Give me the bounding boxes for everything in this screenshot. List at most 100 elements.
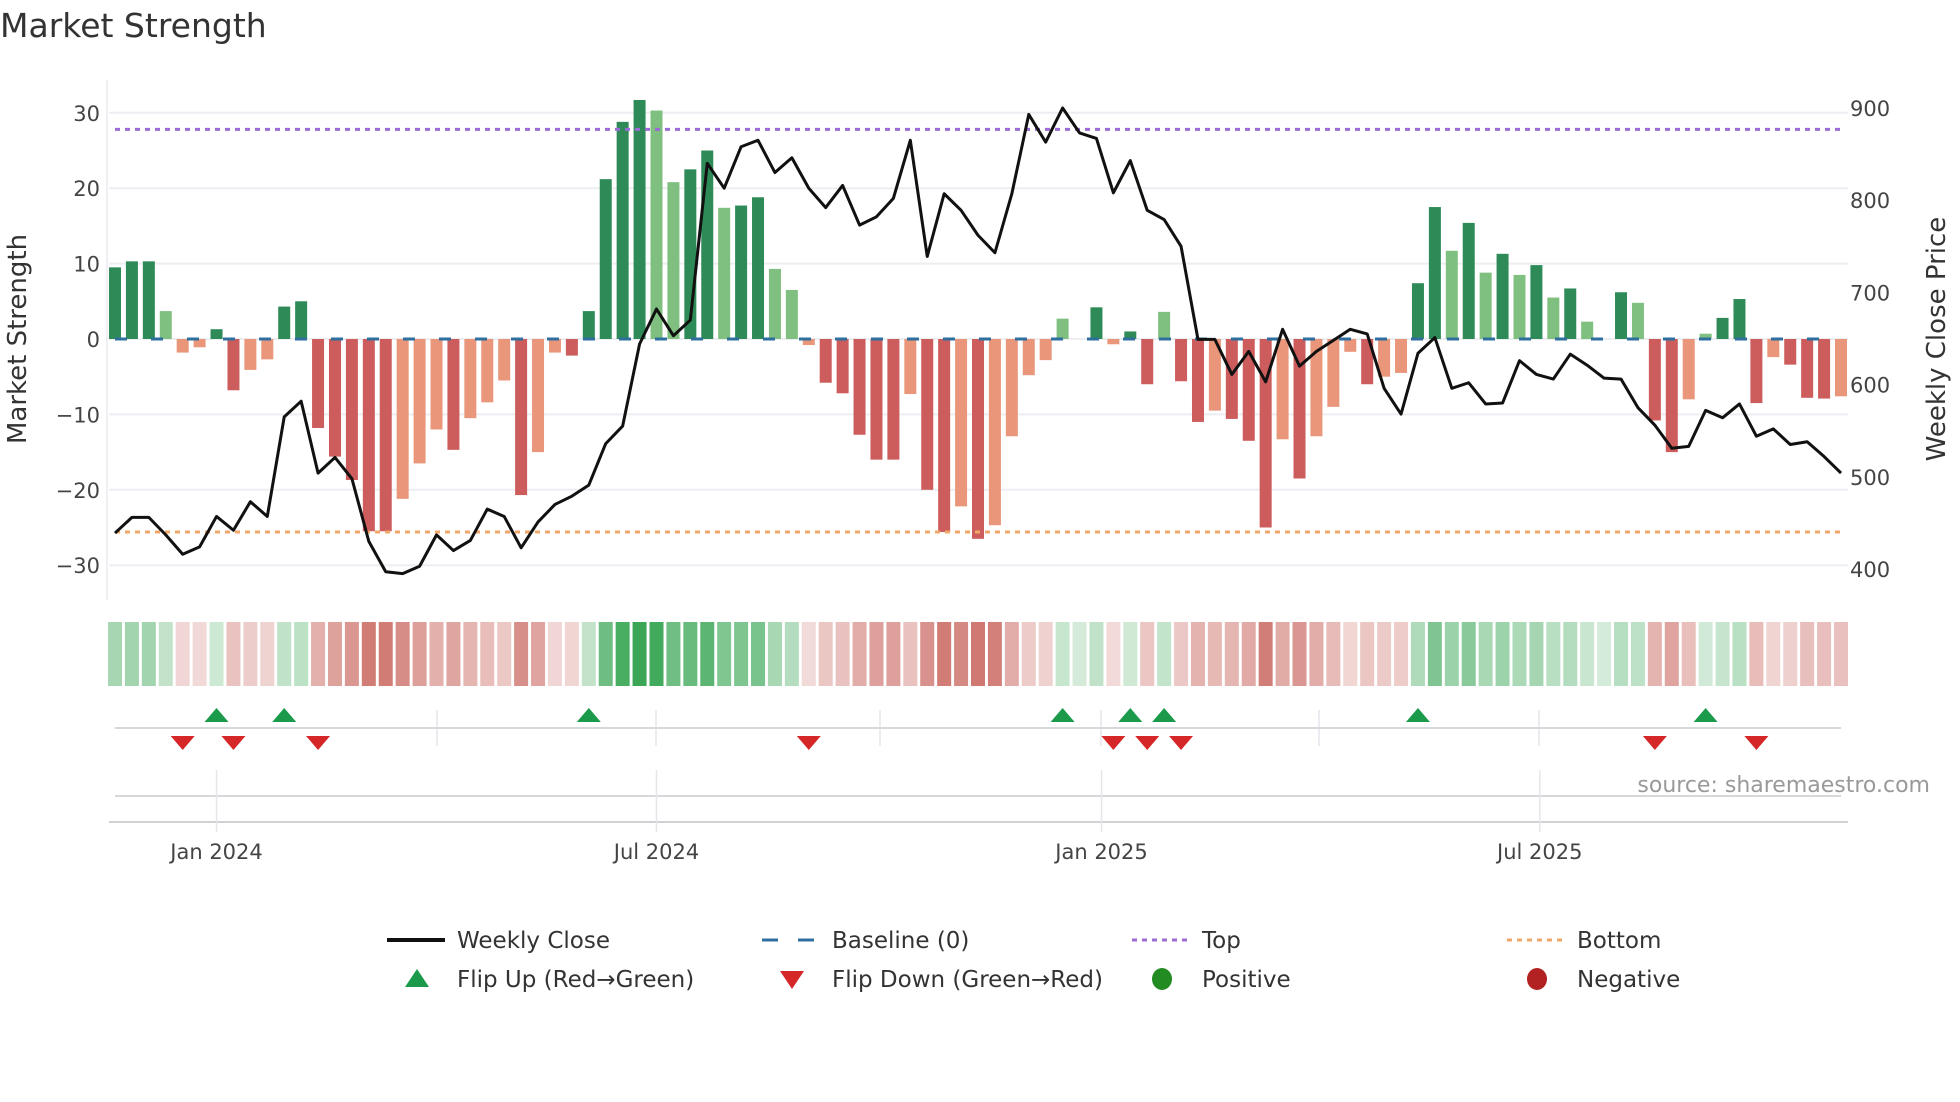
strength-strip-cell <box>1258 622 1273 686</box>
strength-bar <box>1276 339 1289 440</box>
strength-bar <box>870 339 883 460</box>
legend-label: Weekly Close <box>457 928 610 954</box>
strength-strip-cell <box>632 622 647 686</box>
strength-strip-cell <box>294 622 309 686</box>
flip-up-marker <box>1693 708 1718 722</box>
strength-strip-cell <box>920 622 935 686</box>
strength-bar <box>1615 292 1628 339</box>
strength-bar <box>1462 222 1475 339</box>
strength-strip-cell <box>1834 622 1848 686</box>
y-tick-label: −20 <box>56 479 100 503</box>
strength-strip-cell <box>192 622 207 686</box>
strength-bar <box>1818 339 1831 399</box>
strength-bar <box>1344 339 1357 352</box>
strength-bar <box>1530 265 1543 339</box>
strength-strip-cell <box>1749 622 1764 686</box>
strength-strip-cell <box>158 622 173 686</box>
strength-strip-cell <box>937 622 952 686</box>
strength-strip-cell <box>1326 622 1341 686</box>
y2-tick-label: 600 <box>1850 374 1890 398</box>
strength-strip-cell <box>1681 622 1696 686</box>
strength-strip-cell <box>1072 622 1087 686</box>
strength-strip-cell <box>1630 622 1645 686</box>
strength-bar <box>752 197 765 339</box>
strength-bar <box>447 339 460 450</box>
strength-strip-cell <box>801 622 816 686</box>
flip-down-marker <box>1135 736 1160 750</box>
strength-strip-cell <box>108 622 122 686</box>
strength-bar <box>1107 339 1120 345</box>
strength-strip-cell <box>734 622 749 686</box>
strength-strip-cell <box>141 622 156 686</box>
strength-bar <box>1158 311 1171 339</box>
strength-strip-cell <box>497 622 512 686</box>
strength-bar <box>1175 339 1188 382</box>
strength-bar <box>1428 207 1441 339</box>
legend-item-positive: Positive <box>1152 967 1291 993</box>
strength-bar <box>1141 339 1154 385</box>
strength-bar <box>718 207 731 339</box>
strength-bar <box>1327 339 1340 407</box>
strength-strip-cell <box>564 622 579 686</box>
strength-strip-cell <box>717 622 732 686</box>
strength-strip-cell <box>277 622 292 686</box>
strength-strip-cell <box>1275 622 1290 686</box>
strength-strip-cell <box>1377 622 1392 686</box>
strength-bar <box>548 339 561 353</box>
strength-bar <box>142 261 155 339</box>
strength-strip-cell <box>311 622 326 686</box>
strength-strip-cell <box>1123 622 1138 686</box>
strength-bar <box>735 205 748 339</box>
strength-strip-cell <box>615 622 630 686</box>
flip-up-marker <box>1405 708 1430 722</box>
strength-strip-cell <box>1174 622 1189 686</box>
y2-tick-label: 800 <box>1850 189 1890 213</box>
strength-strip-cell <box>1715 622 1730 686</box>
strength-strip-cell <box>1038 622 1053 686</box>
source-label: source: sharemaestro.com <box>1637 773 1930 798</box>
strength-bar <box>938 339 951 533</box>
strength-strip-cell <box>1021 622 1036 686</box>
strength-strip-cell <box>666 622 681 686</box>
strength-strip-cell <box>1461 622 1476 686</box>
strength-bar <box>650 110 663 340</box>
strength-strip-cell <box>581 622 596 686</box>
strength-bar <box>278 306 291 339</box>
strength-bar <box>481 339 494 403</box>
strength-bar <box>109 267 121 339</box>
strength-bar <box>1733 299 1746 339</box>
strength-strip-cell <box>1647 622 1662 686</box>
strength-bar <box>988 339 1001 526</box>
strength-bar <box>1750 339 1763 404</box>
strength-strip-cell <box>226 622 241 686</box>
strength-strip-cell <box>514 622 529 686</box>
strength-bar <box>1022 339 1035 376</box>
strength-bar <box>1547 297 1560 339</box>
strength-bar <box>1395 339 1408 373</box>
strength-bar <box>210 329 223 339</box>
legend-circle-icon <box>1527 968 1547 990</box>
strength-strip-cell <box>463 622 478 686</box>
strength-bar <box>853 339 866 435</box>
strength-bar <box>1835 339 1847 397</box>
strength-strip-cell <box>1410 622 1425 686</box>
strength-bar <box>1648 339 1661 421</box>
strength-bar <box>1631 302 1644 339</box>
strength-bar <box>125 261 138 339</box>
strength-bar <box>227 339 240 391</box>
strength-bar <box>955 339 968 507</box>
strength-strip-cell <box>260 622 275 686</box>
strength-strip-cell <box>987 622 1002 686</box>
strength-strip-cell <box>1546 622 1561 686</box>
strength-strip-cell <box>1089 622 1104 686</box>
strength-strip-cell <box>1732 622 1747 686</box>
strength-bar <box>312 339 325 428</box>
strength-strip-cell <box>1614 622 1629 686</box>
strength-bar <box>701 150 714 339</box>
y-tick-label: −10 <box>56 403 100 427</box>
x-tick-label: Jul 2025 <box>1495 840 1582 864</box>
flip-down-marker <box>1169 736 1194 750</box>
flip-down-marker <box>221 736 246 750</box>
strength-strip-cell <box>835 622 850 686</box>
strength-bar <box>1090 307 1103 339</box>
